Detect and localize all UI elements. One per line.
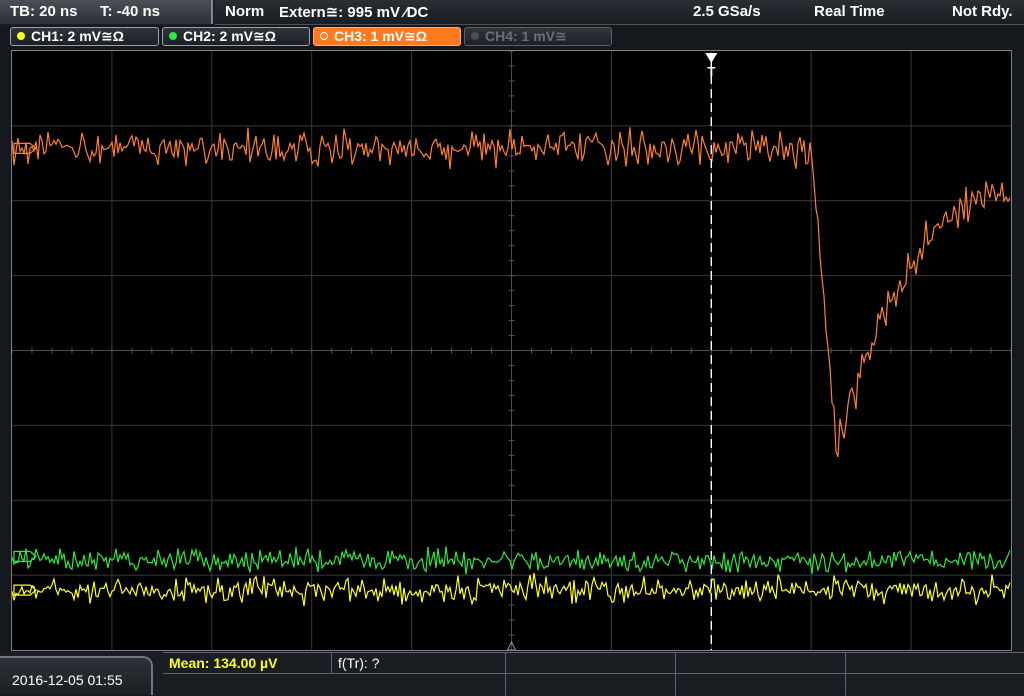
measurement-cell-mean[interactable]: Mean: 134.00 µV: [163, 653, 332, 674]
date-time: 2016-12-05 01:55: [12, 672, 123, 688]
measurement-cell-empty-1[interactable]: [506, 653, 676, 674]
measurement-cell-empty-5[interactable]: [506, 674, 676, 696]
channel-1-label: CH1: 2 mV≅Ω: [31, 28, 124, 44]
measurement-cell-empty-4[interactable]: [163, 674, 506, 696]
channel-2-dot-icon: [169, 32, 177, 40]
measurement-cell-freq[interactable]: f(Tr): ?: [332, 653, 506, 674]
channel-3-dot-icon: [320, 32, 328, 40]
measurement-cell-empty-3[interactable]: [846, 653, 1024, 674]
trigger-source: Extern≅: 995 mV ⁄DC: [279, 4, 429, 21]
measurement-frequency: f(Tr): ?: [338, 655, 380, 671]
measurement-cell-empty-7[interactable]: [846, 674, 1024, 696]
trigger-marker-icon[interactable]: [705, 53, 718, 63]
waveform-svg: T: [12, 51, 1011, 650]
bottom-bar: 2016-12-05 01:55 Mean: 134.00 µV f(Tr): …: [0, 652, 1024, 696]
channel-1-button[interactable]: CH1: 2 mV≅Ω: [10, 27, 159, 46]
channel-3-label: CH3: 1 mV≅Ω: [334, 28, 427, 44]
timebase-box[interactable]: TB: 20 ns T: -40 ns: [0, 0, 213, 24]
channel-4-label: CH4: 1 mV≅: [485, 28, 567, 44]
channel-strip: CH1: 2 mV≅Ω CH2: 2 mV≅Ω CH3: 1 mV≅Ω CH4:…: [0, 25, 1024, 49]
measurement-cell-empty-2[interactable]: [676, 653, 846, 674]
sample-rate: 2.5 GSa/s: [693, 3, 761, 20]
channel-1-dot-icon: [17, 32, 25, 40]
channel-2-button[interactable]: CH2: 2 mV≅Ω: [162, 27, 310, 46]
acquisition-status: Not Rdy.: [952, 3, 1013, 20]
trigger-box[interactable]: Norm Extern≅: 995 mV ⁄DC 2.5 GSa/s Real …: [215, 0, 1024, 25]
waveform-display[interactable]: T: [11, 50, 1012, 651]
date-time-box: 2016-12-05 01:55: [0, 656, 153, 695]
measurement-table[interactable]: Mean: 134.00 µV f(Tr): ?: [163, 652, 1024, 696]
channel-4-dot-icon: [471, 32, 479, 40]
channel-4-button[interactable]: CH4: 1 mV≅: [464, 27, 612, 46]
measurement-cell-empty-6[interactable]: [676, 674, 846, 696]
channel-2-label: CH2: 2 mV≅Ω: [183, 28, 276, 44]
timebase-value: TB: 20 ns: [10, 3, 78, 20]
acquisition-mode: Real Time: [814, 3, 885, 20]
measurement-mean: Mean: 134.00 µV: [169, 655, 278, 671]
trigger-marker-label: T: [707, 64, 715, 79]
trigger-mode: Norm: [225, 3, 265, 20]
channel-3-button[interactable]: CH3: 1 mV≅Ω: [313, 27, 461, 46]
trigger-offset-value: T: -40 ns: [100, 3, 161, 20]
status-bar: TB: 20 ns T: -40 ns Norm Extern≅: 995 mV…: [0, 0, 1024, 25]
